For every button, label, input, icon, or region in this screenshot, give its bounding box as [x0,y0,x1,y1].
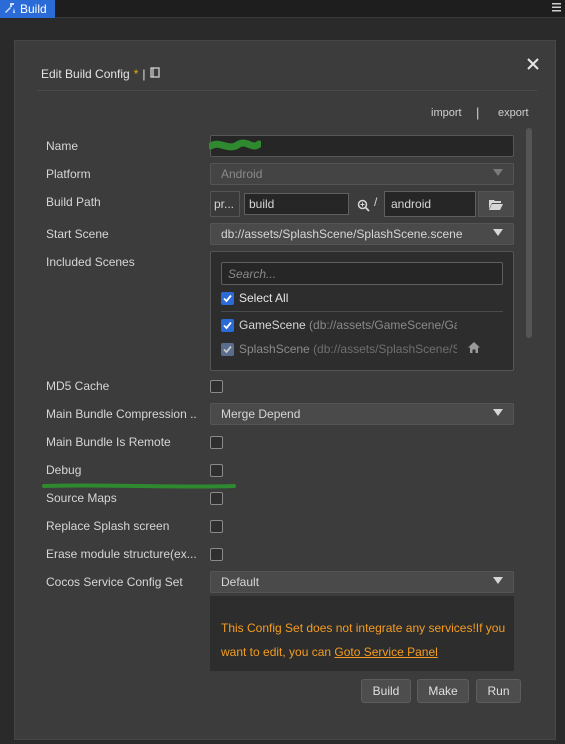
scene-search-input[interactable] [221,262,503,285]
start-scene-label: Start Scene [46,227,109,241]
dialog-title: Edit Build Config * | [41,67,161,81]
included-scenes-label: Included Scenes [46,255,135,269]
debug-checkbox[interactable] [210,464,223,477]
source-maps-label: Source Maps [46,491,117,505]
goto-service-panel-link[interactable]: Goto Service Panel [334,645,437,659]
scene-path: (db://assets/GameScene/Gar [309,318,457,332]
title-divider [37,90,537,91]
export-link[interactable]: export [498,107,529,119]
panel-tab-bar: Build [0,0,565,18]
main-bundle-remote-checkbox[interactable] [210,436,223,449]
chevron-down-icon [493,409,503,416]
main-bundle-compression-value: Merge Depend [221,407,301,421]
close-icon[interactable] [527,55,539,73]
scene-checkbox-splashscene [221,343,234,356]
start-scene-value: db://assets/SplashScene/SplashScene.scen… [221,227,463,241]
io-separator: | [476,105,480,120]
scene-path: (db://assets/SplashScene/Sp [313,342,457,356]
modified-indicator: * [133,67,139,81]
build-path-input[interactable]: build [244,193,349,215]
list-item: SplashScene (db://assets/SplashScene/Sp [239,342,457,356]
build-path-group: pr... build / android [210,191,514,217]
hammer-wrench-icon [4,2,16,17]
title-separator: | [142,67,146,81]
tab-build-label: Build [20,2,47,16]
main-bundle-compression-select[interactable]: Merge Depend [210,403,514,425]
magnify-icon[interactable] [353,195,373,215]
included-scenes-list: Select All GameScene (db://assets/GameSc… [210,251,514,371]
source-maps-checkbox[interactable] [210,492,223,505]
run-button[interactable]: Run [476,679,521,703]
debug-label: Debug [46,463,82,477]
platform-select: Android [210,163,514,185]
chevron-down-icon [493,229,503,236]
md5-cache-label: MD5 Cache [46,379,110,393]
build-button[interactable]: Build [361,679,411,703]
select-all-checkbox[interactable] [221,292,234,305]
build-path-prefix[interactable]: pr... [210,191,240,217]
main-bundle-remote-label: Main Bundle Is Remote [46,435,171,449]
tab-build[interactable]: Build [0,0,55,18]
home-icon [467,341,481,357]
hamburger-icon[interactable] [552,2,561,14]
path-slash: / [374,195,378,209]
service-warning-text: This Config Set does not integrate any s… [221,616,506,664]
scene-checkbox-gamescene[interactable] [221,319,234,332]
cocos-service-label: Cocos Service Config Set [46,575,183,589]
scene-name: SplashScene [239,342,310,356]
folder-open-icon[interactable] [478,191,514,217]
erase-module-checkbox[interactable] [210,548,223,561]
book-icon[interactable] [149,67,161,81]
dialog-title-text: Edit Build Config [41,67,130,81]
import-link[interactable]: import [431,107,462,119]
build-path-subfolder-input[interactable]: android [384,191,476,217]
replace-splash-checkbox[interactable] [210,520,223,533]
redaction-scribble [209,139,261,151]
select-all-label[interactable]: Select All [239,291,288,305]
cocos-service-select[interactable]: Default [210,571,514,593]
scene-name: GameScene [239,318,306,332]
chevron-down-icon [493,169,503,176]
name-label: Name [46,139,79,153]
md5-cache-checkbox[interactable] [210,380,223,393]
build-path-label: Build Path [46,195,101,209]
form-scrollbar[interactable] [526,128,532,338]
platform-value: Android [221,167,263,181]
main-bundle-compression-label: Main Bundle Compression ... [46,407,196,421]
cocos-service-value: Default [221,575,260,589]
list-item[interactable]: GameScene (db://assets/GameScene/Gar [239,318,457,332]
service-warning-panel: This Config Set does not integrate any s… [210,596,514,671]
erase-module-label: Erase module structure(ex... [46,547,197,561]
replace-splash-label: Replace Splash screen [46,519,170,533]
start-scene-select[interactable]: db://assets/SplashScene/SplashScene.scen… [210,223,514,245]
platform-label: Platform [46,167,91,181]
make-button[interactable]: Make [417,679,469,703]
annotation-underline [42,483,236,489]
scene-divider [221,311,503,312]
edit-build-config-dialog: Edit Build Config * | import | export Na… [14,40,556,740]
chevron-down-icon [493,577,503,584]
